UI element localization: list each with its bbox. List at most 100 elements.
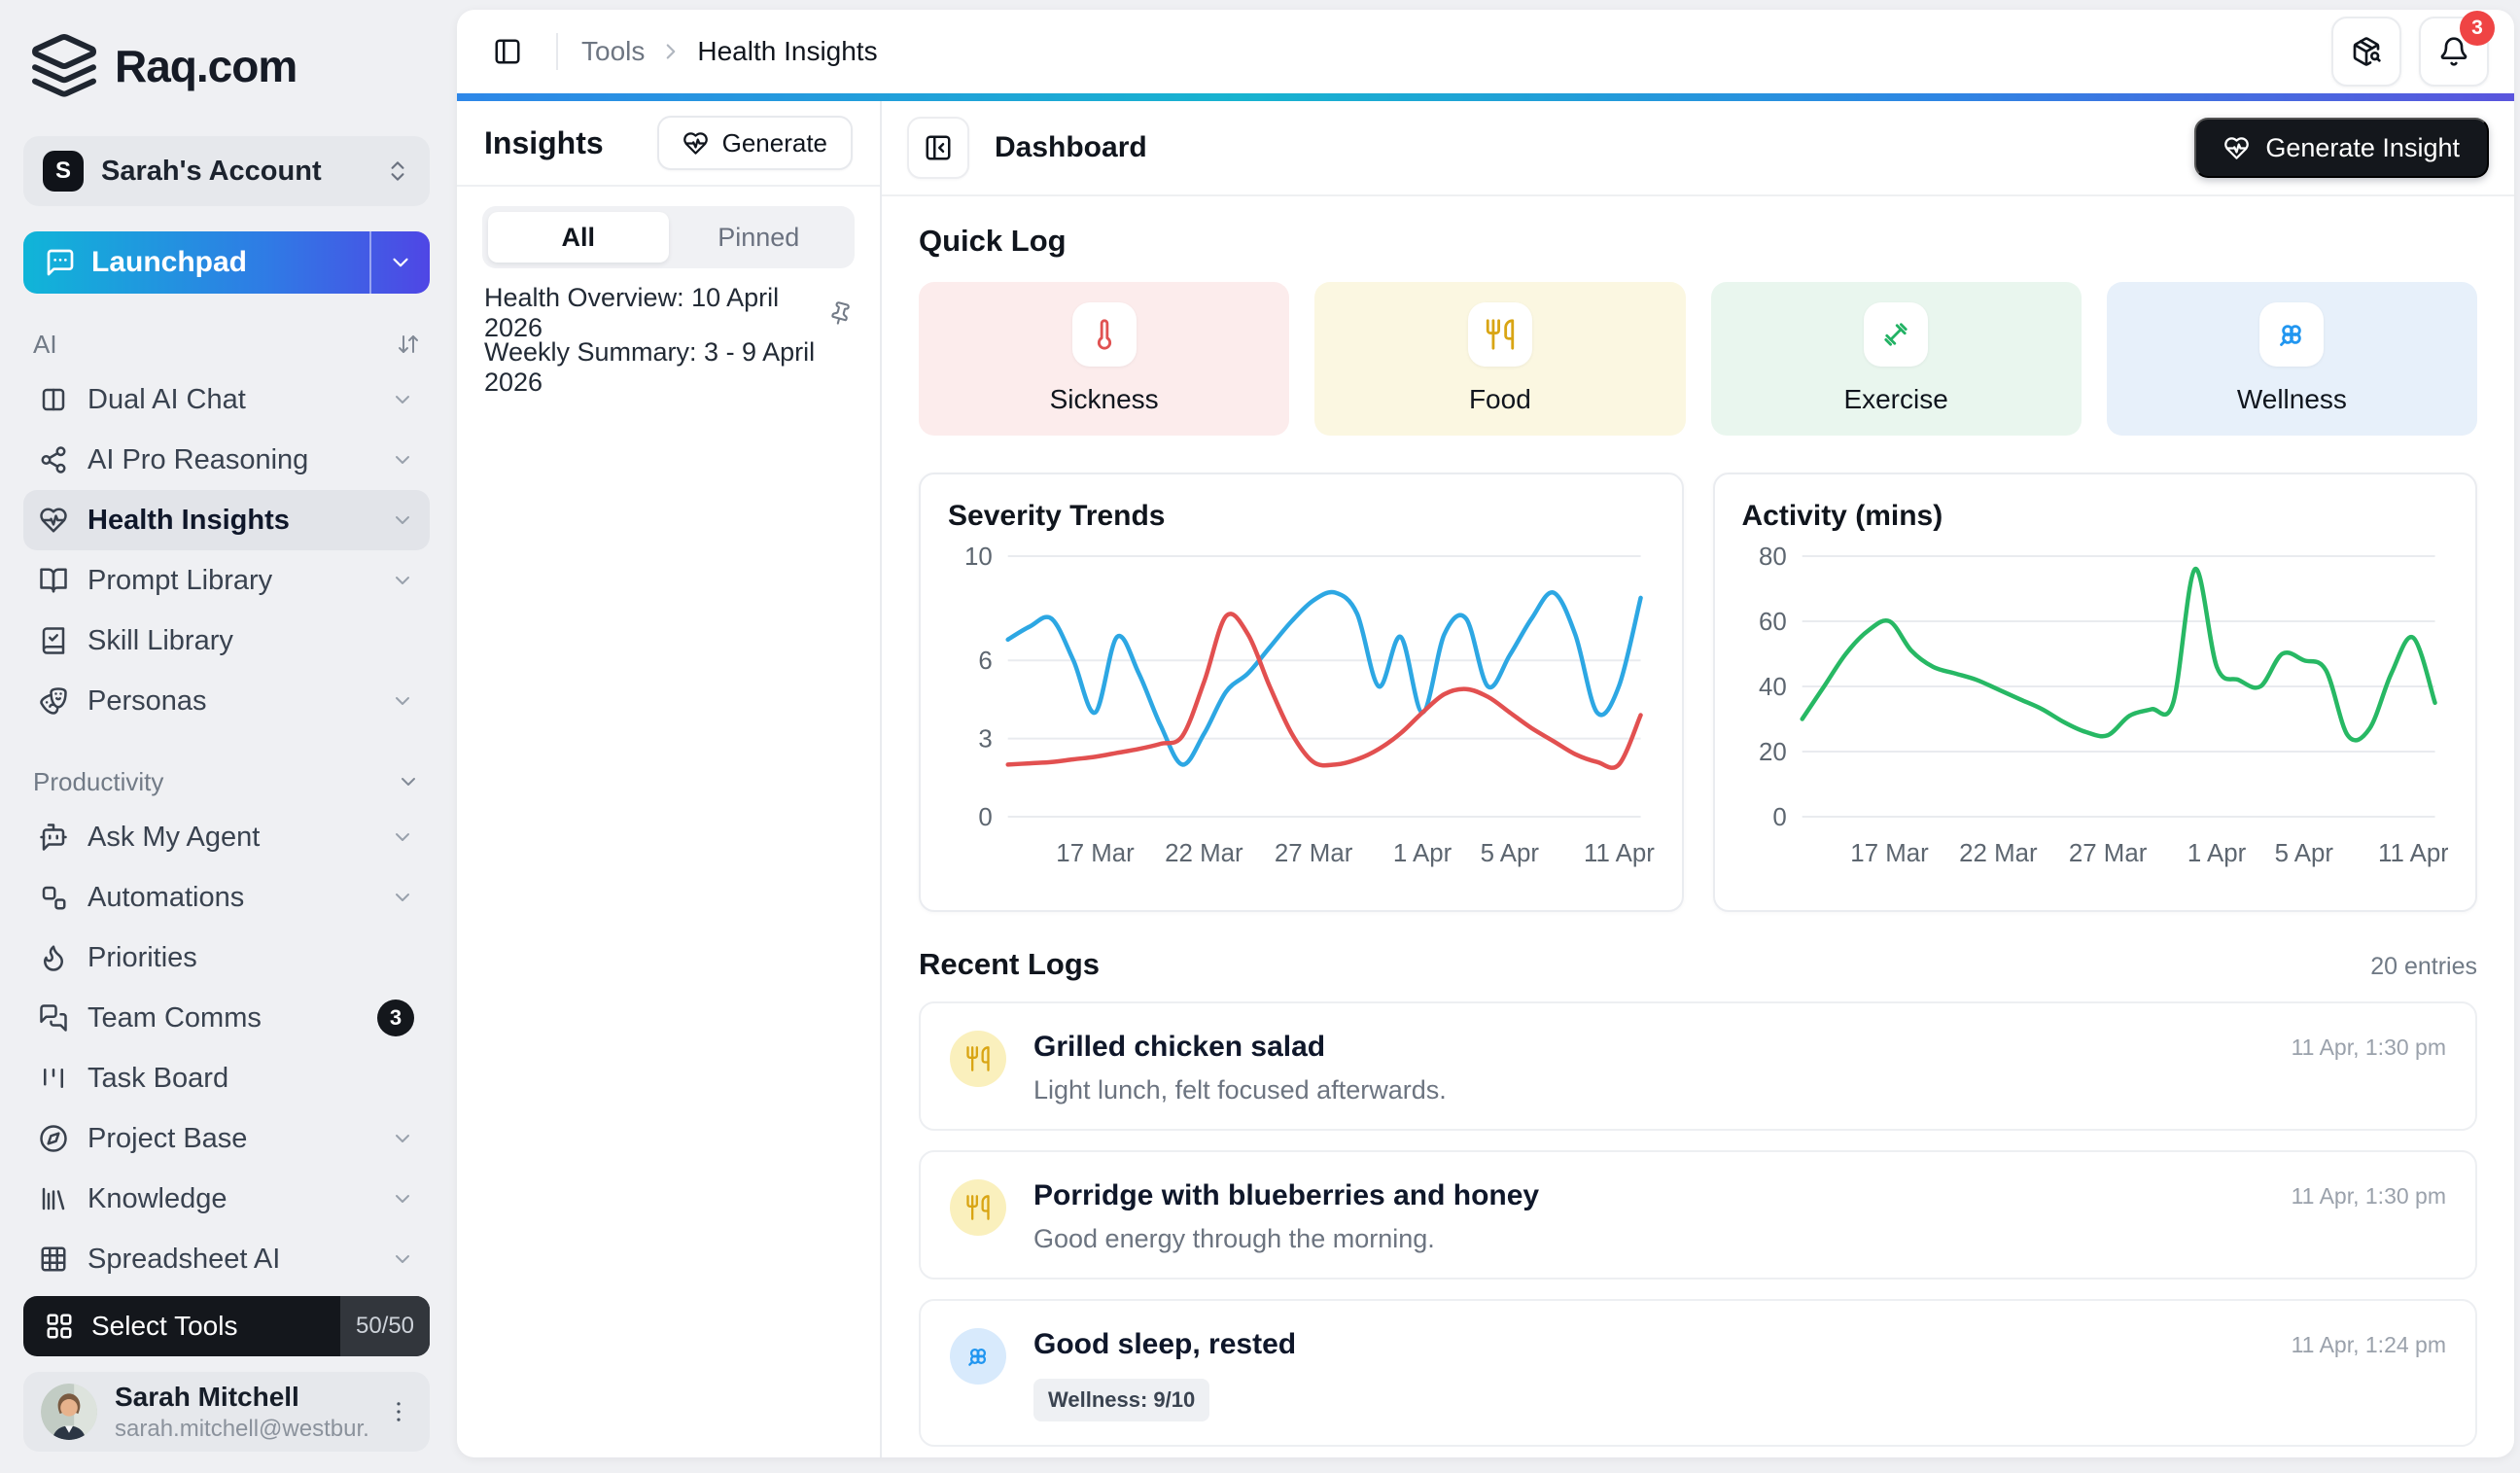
arrow-down-up-icon	[397, 333, 420, 356]
entries-count: 20 entries	[2370, 953, 2477, 981]
chevron-down-icon	[391, 448, 414, 472]
quick-log-cards: SicknessFood Exercise Wellness	[919, 282, 2477, 436]
package-search-icon	[2351, 36, 2382, 67]
sidebar-item-label: Task Board	[88, 1063, 414, 1095]
sidebar-nav: AIDual AI ChatAI Pro ReasoningHealth Ins…	[23, 319, 430, 1296]
quick-log-label: Exercise	[1843, 384, 1947, 415]
pin-icon	[825, 298, 856, 329]
user-meta: Sarah Mitchell sarah.mitchell@westbur...	[115, 1382, 368, 1443]
quick-log-card-wellness[interactable]: Wellness	[2107, 282, 2477, 436]
log-title: Good sleep, rested	[1033, 1328, 2292, 1361]
bot-message-icon	[39, 823, 68, 852]
brand[interactable]: Raq.com	[23, 29, 430, 103]
chevron-down-icon	[391, 689, 414, 713]
log-body: Porridge with blueberries and honey Good …	[1006, 1175, 2292, 1254]
raq-logo-icon	[29, 31, 99, 101]
svg-text:40: 40	[1759, 674, 1787, 701]
book-check-icon	[39, 626, 68, 655]
ellipsis-vertical-icon	[385, 1398, 412, 1425]
sidebar-item-spreadsheet-ai[interactable]: Spreadsheet AI	[23, 1229, 430, 1289]
launchpad-main[interactable]: Launchpad	[23, 231, 369, 294]
sidebar-item-personas[interactable]: Personas	[23, 671, 430, 731]
log-body: Good sleep, restedWellness: 9/10	[1006, 1324, 2292, 1421]
launchpad-button[interactable]: Launchpad	[23, 231, 430, 294]
ellipsis-vertical-icon[interactable]	[385, 1398, 412, 1425]
sidebar-item-team-comms[interactable]: Team Comms3	[23, 988, 430, 1048]
log-entry-grilled-chicken-salad: Grilled chicken salad Light lunch, felt f…	[919, 1001, 2477, 1131]
log-title: Grilled chicken salad	[1033, 1031, 2292, 1064]
sidebar-item-automations[interactable]: Automations	[23, 867, 430, 928]
sidebar-item-priorities[interactable]: Priorities	[23, 928, 430, 988]
quick-log-tile	[2259, 302, 2324, 367]
account-switcher[interactable]: S Sarah's Account	[23, 136, 430, 206]
sidebar-item-prompt-library[interactable]: Prompt Library	[23, 550, 430, 611]
quick-log-card-food[interactable]: Food	[1314, 282, 1685, 436]
nav-section-header-productivity[interactable]: Productivity	[23, 756, 430, 807]
nav-section-label: Productivity	[33, 767, 163, 797]
sidebar-item-label: Spreadsheet AI	[88, 1244, 371, 1276]
clover-icon	[2275, 318, 2308, 351]
quick-log-card-sickness[interactable]: Sickness	[919, 282, 1289, 436]
dashboard-panel: Dashboard Generate Insight Quick Log Sic…	[882, 101, 2514, 1457]
tab-pinned[interactable]: Pinned	[669, 212, 850, 263]
kanban-icon	[39, 1064, 68, 1093]
quick-log-tile	[1072, 302, 1137, 367]
layers-icon	[29, 31, 99, 101]
collapse-panel-button[interactable]	[907, 117, 969, 179]
sidebar-item-label: Ask My Agent	[88, 822, 371, 854]
svg-text:1 Apr: 1 Apr	[2187, 840, 2246, 867]
sidebar-item-ask-my-agent[interactable]: Ask My Agent	[23, 807, 430, 867]
insight-item-weekly-summary-3-9-april-2026[interactable]: Weekly Summary: 3 - 9 April 2026	[484, 340, 853, 395]
sidebar-item-label: Knowledge	[88, 1183, 371, 1215]
sidebar-item-knowledge[interactable]: Knowledge	[23, 1169, 430, 1229]
sidebar-item-dual-ai-chat[interactable]: Dual AI Chat	[23, 369, 430, 430]
tool-search-button[interactable]	[2331, 17, 2401, 87]
sidebar-item-project-base[interactable]: Project Base	[23, 1108, 430, 1169]
dumbbell-icon	[1879, 318, 1912, 351]
log-description: Light lunch, felt focused afterwards.	[1033, 1075, 2292, 1105]
sidebar-item-health-insights[interactable]: Health Insights	[23, 490, 430, 550]
generate-button[interactable]: Generate	[657, 116, 853, 170]
sidebar-item-task-board[interactable]: Task Board	[23, 1048, 430, 1108]
clover-icon	[964, 1343, 992, 1370]
chevron-down-icon	[397, 770, 420, 793]
log-description: Good energy through the morning.	[1033, 1224, 2292, 1254]
breadcrumb-tools[interactable]: Tools	[581, 36, 645, 67]
notification-count-badge: 3	[2460, 11, 2495, 46]
launchpad-expand-button[interactable]	[369, 231, 430, 294]
message-square-more-icon	[45, 247, 76, 278]
log-title: Porridge with blueberries and honey	[1033, 1179, 2292, 1212]
chevrons-up-down-icon	[385, 158, 410, 184]
svg-text:80: 80	[1759, 544, 1787, 571]
account-avatar: S	[43, 151, 84, 192]
svg-text:22 Mar: 22 Mar	[1959, 840, 2038, 867]
svg-text:17 Mar: 17 Mar	[1850, 840, 1929, 867]
sidebar-item-label: Project Base	[88, 1123, 371, 1155]
utensils-icon	[1484, 318, 1517, 351]
insight-item-health-overview-10-april-2026[interactable]: Health Overview: 10 April 2026	[484, 286, 853, 340]
sidebar-item-label: Personas	[88, 685, 371, 718]
user-profile[interactable]: Sarah Mitchell sarah.mitchell@westbur...	[23, 1372, 430, 1452]
quick-log-tile	[1864, 302, 1928, 367]
dashboard-scroll-area[interactable]: Quick Log SicknessFoodExerciseWellness S…	[882, 196, 2514, 1457]
sidebar-item-label: Skill Library	[88, 625, 414, 657]
toggle-sidebar-button[interactable]	[482, 26, 533, 77]
sidebar-item-skill-library[interactable]: Skill Library	[23, 611, 430, 671]
chevron-right-icon	[658, 39, 683, 64]
library-icon	[39, 1184, 68, 1213]
charts-row: Severity Trends0361017 Mar22 Mar27 Mar1 …	[919, 473, 2477, 912]
tab-all[interactable]: All	[488, 212, 669, 263]
quick-log-card-exercise[interactable]: Exercise	[1711, 282, 2082, 436]
svg-text:5 Apr: 5 Apr	[1481, 840, 1540, 867]
chevron-down-icon	[391, 509, 414, 532]
sidebar-item-ai-pro-reasoning[interactable]: AI Pro Reasoning	[23, 430, 430, 490]
primary-sidebar: Raq.com S Sarah's Account Launchpad AIDu…	[0, 0, 453, 1473]
select-tools-button[interactable]: Select Tools 50/50	[23, 1296, 430, 1356]
chevron-down-icon	[391, 1247, 414, 1271]
compass-icon	[39, 1124, 68, 1153]
unread-count-badge: 3	[377, 1000, 414, 1036]
generate-insight-button[interactable]: Generate Insight	[2194, 118, 2489, 178]
series-activity-green	[1802, 569, 2434, 740]
notifications-button[interactable]: 3	[2419, 17, 2489, 87]
nav-section-header-ai[interactable]: AI	[23, 319, 430, 369]
